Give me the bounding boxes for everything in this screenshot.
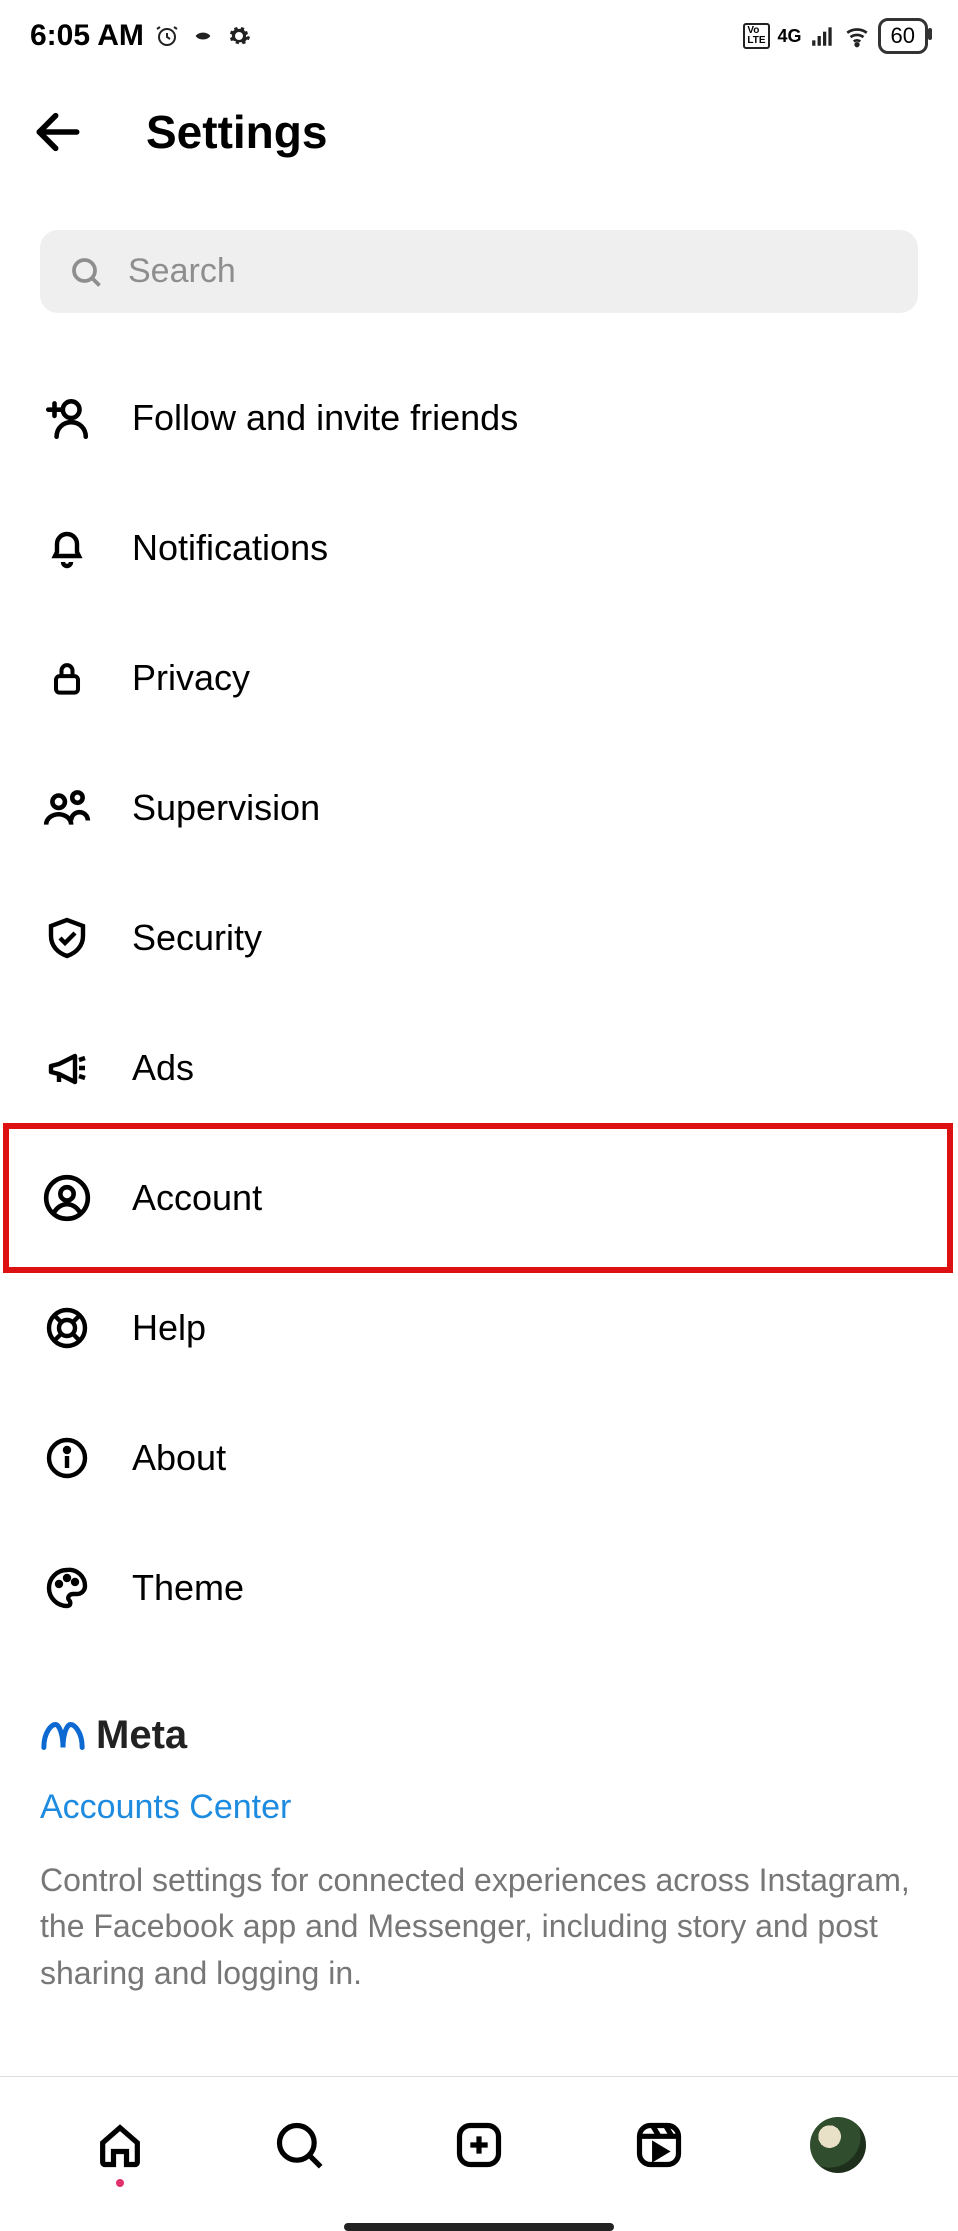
gear-status-icon bbox=[226, 23, 252, 49]
back-button[interactable] bbox=[30, 104, 86, 160]
menu-item-privacy[interactable]: Privacy bbox=[40, 613, 918, 743]
menu-item-theme[interactable]: Theme bbox=[40, 1523, 918, 1653]
menu-item-about[interactable]: About bbox=[40, 1393, 918, 1523]
network-label: 4G bbox=[778, 26, 802, 47]
avatar-icon bbox=[810, 2117, 866, 2173]
battery-indicator: 60 bbox=[878, 18, 928, 54]
menu-item-account[interactable]: Account bbox=[40, 1133, 918, 1263]
settings-menu: Follow and invite friends Notifications … bbox=[0, 353, 958, 1653]
page-title: Settings bbox=[146, 105, 327, 159]
lock-icon bbox=[40, 651, 94, 705]
menu-label: Supervision bbox=[132, 787, 320, 829]
meta-brand-label: Meta bbox=[96, 1713, 187, 1758]
menu-label: Help bbox=[132, 1307, 206, 1349]
volte-icon: VoLTE bbox=[743, 23, 769, 49]
status-bar: 6:05 AM VoLTE 4G 60 bbox=[0, 0, 958, 64]
accounts-center-link[interactable]: Accounts Center bbox=[40, 1788, 918, 1827]
people-icon bbox=[40, 781, 94, 835]
menu-label: Notifications bbox=[132, 527, 328, 569]
meta-brand: Meta bbox=[40, 1713, 918, 1758]
menu-item-help[interactable]: Help bbox=[40, 1263, 918, 1393]
add-person-icon bbox=[40, 391, 94, 445]
search-input[interactable] bbox=[128, 252, 890, 291]
alarm-icon bbox=[154, 23, 180, 49]
misc-status-icon bbox=[190, 23, 216, 49]
menu-item-supervision[interactable]: Supervision bbox=[40, 743, 918, 873]
person-circle-icon bbox=[40, 1171, 94, 1225]
wifi-icon bbox=[844, 23, 870, 49]
status-left: 6:05 AM bbox=[30, 19, 252, 53]
search-field[interactable] bbox=[40, 230, 918, 313]
home-indicator bbox=[344, 2223, 614, 2231]
signal-icon bbox=[810, 23, 836, 49]
nav-home[interactable] bbox=[92, 2117, 148, 2173]
header: Settings bbox=[0, 64, 958, 200]
battery-level: 60 bbox=[891, 23, 915, 48]
menu-label: Account bbox=[132, 1177, 262, 1219]
menu-label: Follow and invite friends bbox=[132, 397, 518, 439]
palette-icon bbox=[40, 1561, 94, 1615]
menu-label: Security bbox=[132, 917, 262, 959]
info-icon bbox=[40, 1431, 94, 1485]
status-time: 6:05 AM bbox=[30, 19, 144, 53]
menu-item-notifications[interactable]: Notifications bbox=[40, 483, 918, 613]
menu-item-follow-invite[interactable]: Follow and invite friends bbox=[40, 353, 918, 483]
menu-label: Theme bbox=[132, 1567, 244, 1609]
meta-logo-icon bbox=[40, 1720, 86, 1752]
meta-section: Meta Accounts Center Control settings fo… bbox=[0, 1653, 958, 2036]
nav-profile[interactable] bbox=[810, 2117, 866, 2173]
nav-reels[interactable] bbox=[631, 2117, 687, 2173]
menu-label: Privacy bbox=[132, 657, 250, 699]
menu-item-security[interactable]: Security bbox=[40, 873, 918, 1003]
megaphone-icon bbox=[40, 1041, 94, 1095]
search-icon bbox=[68, 254, 104, 290]
bell-icon bbox=[40, 521, 94, 575]
menu-item-ads[interactable]: Ads bbox=[40, 1003, 918, 1133]
menu-label: About bbox=[132, 1437, 226, 1479]
bottom-nav bbox=[0, 2077, 958, 2193]
menu-label: Ads bbox=[132, 1047, 194, 1089]
shield-check-icon bbox=[40, 911, 94, 965]
nav-create[interactable] bbox=[451, 2117, 507, 2173]
lifebuoy-icon bbox=[40, 1301, 94, 1355]
nav-home-dot bbox=[116, 2179, 124, 2187]
nav-search[interactable] bbox=[271, 2117, 327, 2173]
status-right: VoLTE 4G 60 bbox=[743, 18, 928, 54]
meta-description: Control settings for connected experienc… bbox=[40, 1857, 918, 1996]
